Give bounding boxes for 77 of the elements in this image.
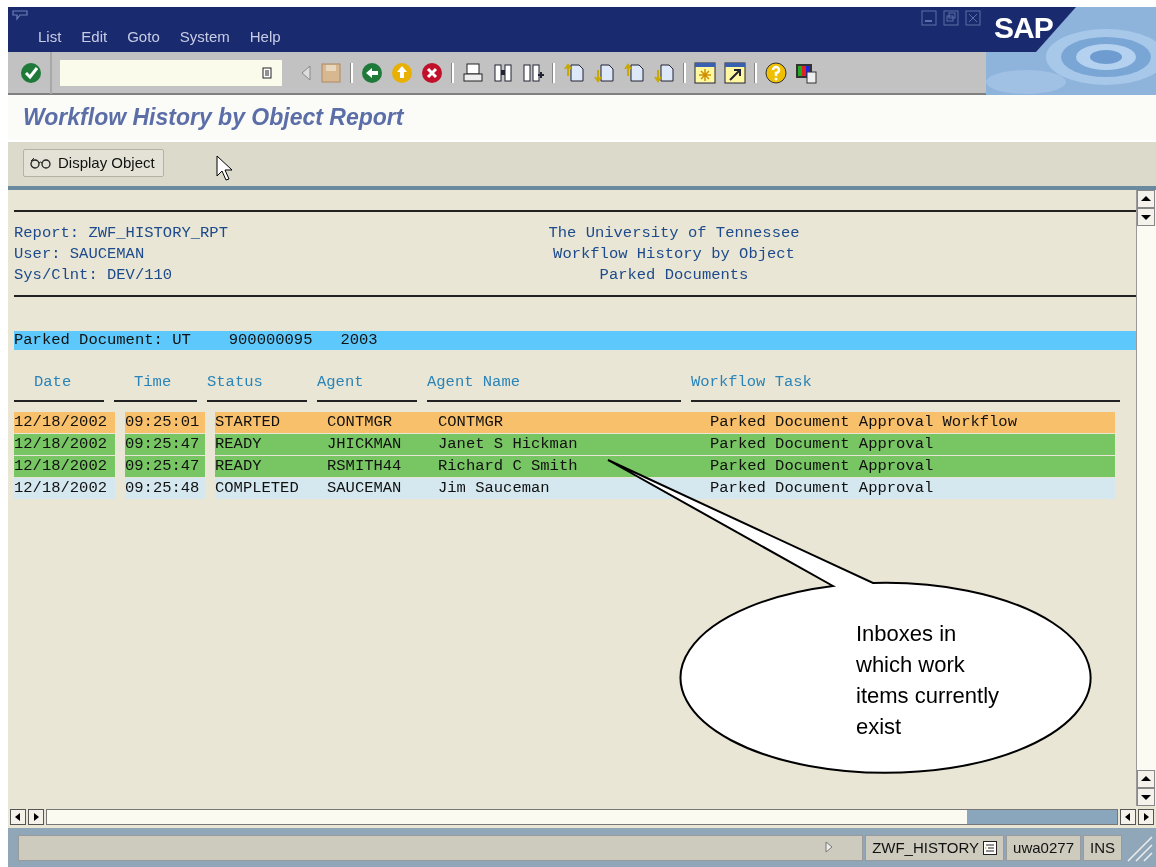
report-info-line: Sys/Clnt: DEV/110: [14, 265, 174, 286]
page-arrow-icon[interactable]: [653, 61, 675, 84]
report-heading-line: The University of Tennessee: [548, 223, 800, 244]
binoculars-plus-icon[interactable]: [522, 61, 544, 84]
report-heading-line: Workflow History by Object: [553, 244, 795, 265]
glasses-icon: [30, 156, 52, 169]
table-cell: 12/18/2002: [14, 456, 115, 477]
display-object-button[interactable]: Display Object: [23, 148, 164, 177]
scroll-left-icon[interactable]: [10, 809, 26, 825]
command-field[interactable]: [60, 59, 282, 86]
table-cell: Janet S Hickman: [438, 434, 710, 455]
help-icon[interactable]: [765, 61, 787, 84]
table-cell: STARTED: [215, 412, 327, 433]
menu-item[interactable]: Edit: [81, 28, 108, 45]
table-cell: 09:25:47: [125, 456, 205, 477]
cancel-icon[interactable]: [421, 61, 443, 84]
menu-item[interactable]: System: [179, 28, 230, 45]
shortcut-icon[interactable]: [724, 61, 746, 84]
table-cell: READY: [215, 434, 327, 455]
screen-title: Workflow History by Object Report: [23, 104, 404, 131]
back-icon[interactable]: [361, 61, 383, 84]
enter-icon[interactable]: [20, 61, 42, 84]
scroll-right-icon[interactable]: [28, 809, 44, 825]
table-cell: Jim Sauceman: [438, 478, 710, 499]
page-arrow-icon[interactable]: [563, 61, 585, 84]
table-cell: RSMITH44: [327, 456, 438, 477]
vertical-scrollbar[interactable]: [1136, 190, 1156, 806]
document-field: 2003: [340, 331, 378, 350]
document-field: 900000095: [228, 331, 313, 350]
report-info-line: Report: ZWF_HISTORY_RPT: [14, 223, 229, 244]
scroll-up-icon[interactable]: [1137, 190, 1155, 208]
binoculars-icon[interactable]: [492, 61, 514, 84]
list-icon[interactable]: [983, 840, 998, 855]
callout-text: Inboxes in which work items currently exist: [856, 620, 1001, 741]
new-session-icon[interactable]: [694, 61, 716, 84]
menu-item[interactable]: Help: [249, 28, 281, 45]
table-cell: CONTMGR: [327, 412, 438, 433]
scroll-down-icon[interactable]: [1137, 208, 1155, 226]
close-icon[interactable]: [965, 10, 981, 26]
report-info-line: User: SAUCEMAN: [14, 244, 146, 265]
table-cell: CONTMGR: [438, 412, 710, 433]
cursor-icon: [216, 155, 234, 181]
table-cell: COMPLETED: [215, 478, 327, 499]
expand-icon[interactable]: [824, 840, 834, 854]
scroll-up-icon[interactable]: [1137, 770, 1155, 788]
table-cell: Parked Document Approval Workflow: [710, 412, 1115, 433]
table-cell: Parked Document Approval: [710, 456, 1115, 477]
menu-item[interactable]: List: [38, 28, 62, 45]
menu-item[interactable]: Goto: [127, 28, 160, 45]
report-heading-line: Parked Documents: [599, 265, 749, 286]
table-cell: Parked Document Approval: [710, 478, 1115, 499]
table-cell: JHICKMAN: [327, 434, 438, 455]
horizontal-scrollbar[interactable]: [46, 809, 1118, 825]
scroll-right-icon[interactable]: [1138, 809, 1154, 825]
table-cell: 12/18/2002: [14, 434, 115, 455]
table-cell: Richard C Smith: [438, 456, 710, 477]
table-cell: 09:25:48: [125, 478, 205, 499]
table-cell: 12/18/2002: [14, 412, 115, 433]
system-menu-icon[interactable]: [12, 10, 28, 22]
transaction-code: ZWF_HISTORY: [872, 839, 980, 856]
page-arrow-icon[interactable]: [593, 61, 615, 84]
minimize-icon[interactable]: [921, 10, 937, 26]
input-mode: INS: [1083, 834, 1122, 861]
table-cell: 12/18/2002: [14, 478, 115, 499]
table-cell: Parked Document Approval: [710, 434, 1115, 455]
document-field: Parked Document: UT: [14, 331, 191, 350]
table-cell: 09:25:01: [125, 412, 205, 433]
table-cell: SAUCEMAN: [327, 478, 438, 499]
page-arrow-icon[interactable]: [623, 61, 645, 84]
scroll-left-icon[interactable]: [1120, 809, 1136, 825]
layout-icon[interactable]: [795, 61, 817, 84]
scroll-down-icon[interactable]: [1137, 788, 1155, 806]
print-icon[interactable]: [462, 61, 484, 84]
logo: SAP: [994, 11, 1053, 45]
table-cell: 09:25:47: [125, 434, 205, 455]
server-name: uwa0277: [1006, 834, 1081, 861]
table-cell: READY: [215, 456, 327, 477]
